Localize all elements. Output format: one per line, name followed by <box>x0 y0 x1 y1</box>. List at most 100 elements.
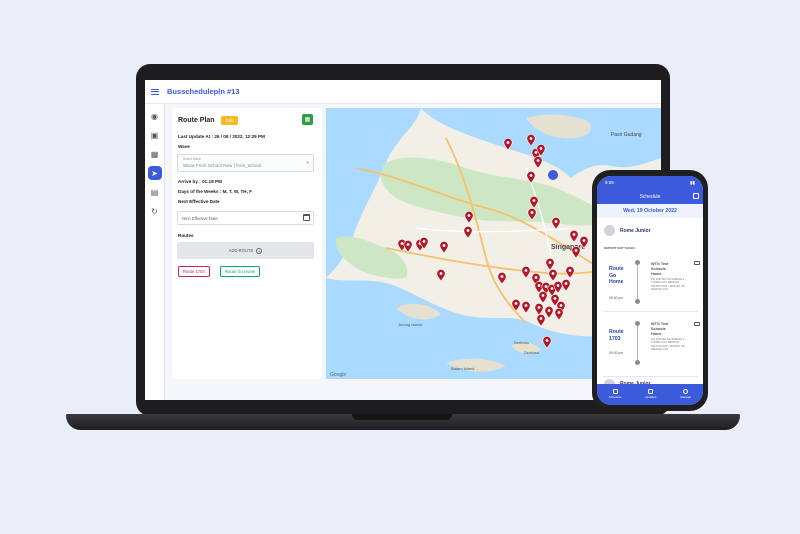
timeline-line <box>637 262 638 302</box>
laptop-notch <box>352 414 452 420</box>
student-name: Rome Junior <box>620 228 651 234</box>
next-effective-label: Next Effective Date <box>178 199 220 204</box>
grid-icon[interactable]: ▦ <box>148 147 162 161</box>
next-effective-date-input[interactable]: Next Effective Date <box>177 211 314 225</box>
chevron-down-icon: ▾ <box>306 160 309 166</box>
tab-label: Manage <box>680 394 692 399</box>
label-pasir-gudang: Pasir Gudang <box>611 132 642 138</box>
timeline-dot <box>635 360 640 365</box>
map-pin-dot <box>557 311 561 314</box>
wave-select[interactable]: Select Wave Wave From School New | from_… <box>177 154 314 172</box>
avatar <box>604 225 615 236</box>
label-batam-island: Batam Island <box>451 366 474 371</box>
map-pin-dot <box>524 304 528 307</box>
map-pin-dot <box>524 269 528 272</box>
timeline-dot <box>635 260 640 265</box>
phone-screen: 9:59 ▮▮ Schedule Wed, 19 October 2022 Ro… <box>597 176 703 405</box>
map-pin-dot <box>500 275 504 278</box>
map-pin-dot <box>539 317 543 320</box>
schedule-date[interactable]: Wed, 19 October 2022 <box>597 204 703 218</box>
map-pin-dot <box>550 287 554 290</box>
map-pin-dot <box>564 282 568 285</box>
plus-circle-icon: + <box>256 247 263 254</box>
phone-tab-bar: Schedule Updates Manage <box>597 384 703 405</box>
map-pin-dot <box>559 304 563 307</box>
last-update-text: Last Update At : 26 / 08 / 2022, 12:29 P… <box>178 134 265 139</box>
bus-icon <box>694 322 700 326</box>
icon-rail: ◉ ▣ ▦ ➤ ▤ ↻ <box>145 104 165 400</box>
map-pin-dot <box>422 240 426 243</box>
wave-select-label: Select Wave <box>183 157 201 161</box>
map-pin-dot <box>467 214 471 217</box>
map-pin-dot <box>514 302 518 305</box>
wave-label: Wave <box>178 144 190 149</box>
battery-icon: ▮▮ <box>690 180 695 185</box>
spreadsheet-icon[interactable]: ▦ <box>302 114 313 125</box>
label-sentosa-2: Sentosa <box>524 350 539 355</box>
calendar-icon[interactable] <box>693 193 699 199</box>
days-of-week-text: Days of the Weeks : M, T, W, TH, F <box>178 189 252 194</box>
map-pin-dot <box>529 174 533 177</box>
wave-select-value: Wave From School New | from_school <box>183 163 262 168</box>
phone-status-bar: 9:59 ▮▮ <box>597 176 703 190</box>
arrive-by-text: Arrive by : 01:18 PM <box>178 179 222 184</box>
map-pin-dot <box>406 243 410 246</box>
routes-label: Routes <box>178 233 194 238</box>
label-sentosa: Sentosa <box>514 340 529 345</box>
map-pin-dot <box>554 220 558 223</box>
add-route-button[interactable]: ADD ROUTE + <box>177 242 314 259</box>
map-pin-dot <box>532 199 536 202</box>
gear-icon <box>683 388 689 394</box>
tab-label: Schedule <box>608 394 622 399</box>
map-pin-dot <box>574 249 578 252</box>
map-pin-dot <box>534 276 538 279</box>
bus-icon[interactable]: ▣ <box>148 128 162 142</box>
school-marker-icon[interactable] <box>548 170 558 180</box>
route-time: 09:30 pm <box>609 351 624 355</box>
timeline-line <box>637 323 638 363</box>
tab-updates[interactable]: Updates <box>645 388 656 399</box>
map-pin-dot <box>466 229 470 232</box>
dashboard-icon[interactable]: ◉ <box>148 109 162 123</box>
map-pin-dot <box>556 284 560 287</box>
school-address: 101 AND MO NO AVENUE 3, THOMG CHU MEDICA… <box>651 338 685 352</box>
map-pin-dot <box>539 147 543 150</box>
map-pin-dot <box>548 261 552 264</box>
date-placeholder: Next Effective Date <box>182 216 218 221</box>
map-pin-dot <box>545 339 549 342</box>
tab-schedule[interactable]: Schedule <box>608 388 622 399</box>
edit-badge[interactable]: Edit <box>220 116 239 125</box>
chat-icon[interactable]: ▤ <box>148 185 162 199</box>
school-name-line: Home <box>651 332 662 336</box>
label-google: Google <box>330 372 346 378</box>
route-plan-title: Route Plan <box>178 117 215 124</box>
map-pin-dot <box>582 239 586 242</box>
route-name-line: Route <box>609 329 624 335</box>
phone-header: Schedule <box>597 190 703 204</box>
map-pin-dot <box>568 269 572 272</box>
map-pin-dot <box>547 309 551 312</box>
route-plan-panel: Route Plan Edit ▦ Last Update At : 26 / … <box>172 108 322 379</box>
map-pin-dot <box>551 272 555 275</box>
route-chip-go-home[interactable]: Route Go Home <box>220 266 261 277</box>
route-time: 09:30 pm <box>609 296 624 300</box>
calendar-icon[interactable] <box>303 214 310 221</box>
map-pin-dot <box>536 159 540 162</box>
route-card[interactable]: Route Go Home 09:30 pm WTG Test Schools … <box>603 252 700 312</box>
map-pin-dot <box>439 272 443 275</box>
map-pin-dot <box>506 141 510 144</box>
timeline-dot <box>635 299 640 304</box>
refresh-icon[interactable]: ↻ <box>148 204 162 218</box>
tab-manage[interactable]: Manage <box>680 388 692 399</box>
map-pin-dot <box>541 294 545 297</box>
map-pin-dot <box>534 151 538 154</box>
map-pin-dot <box>537 284 541 287</box>
add-route-label: ADD ROUTE <box>228 248 254 253</box>
school-address: 101 AND MO NO AVENUE 3, THOMG CHU MEDICA… <box>651 278 685 292</box>
route-chip-1703[interactable]: Route 1703 <box>178 266 210 277</box>
compass-icon[interactable]: ➤ <box>147 166 162 180</box>
hamburger-menu-icon[interactable] <box>151 88 159 95</box>
route-name-line: 1703 <box>609 335 621 342</box>
route-card[interactable]: Route 1703 09:30 pm WTG Test Schools Hom… <box>603 315 700 377</box>
map-pin-dot <box>537 306 541 309</box>
